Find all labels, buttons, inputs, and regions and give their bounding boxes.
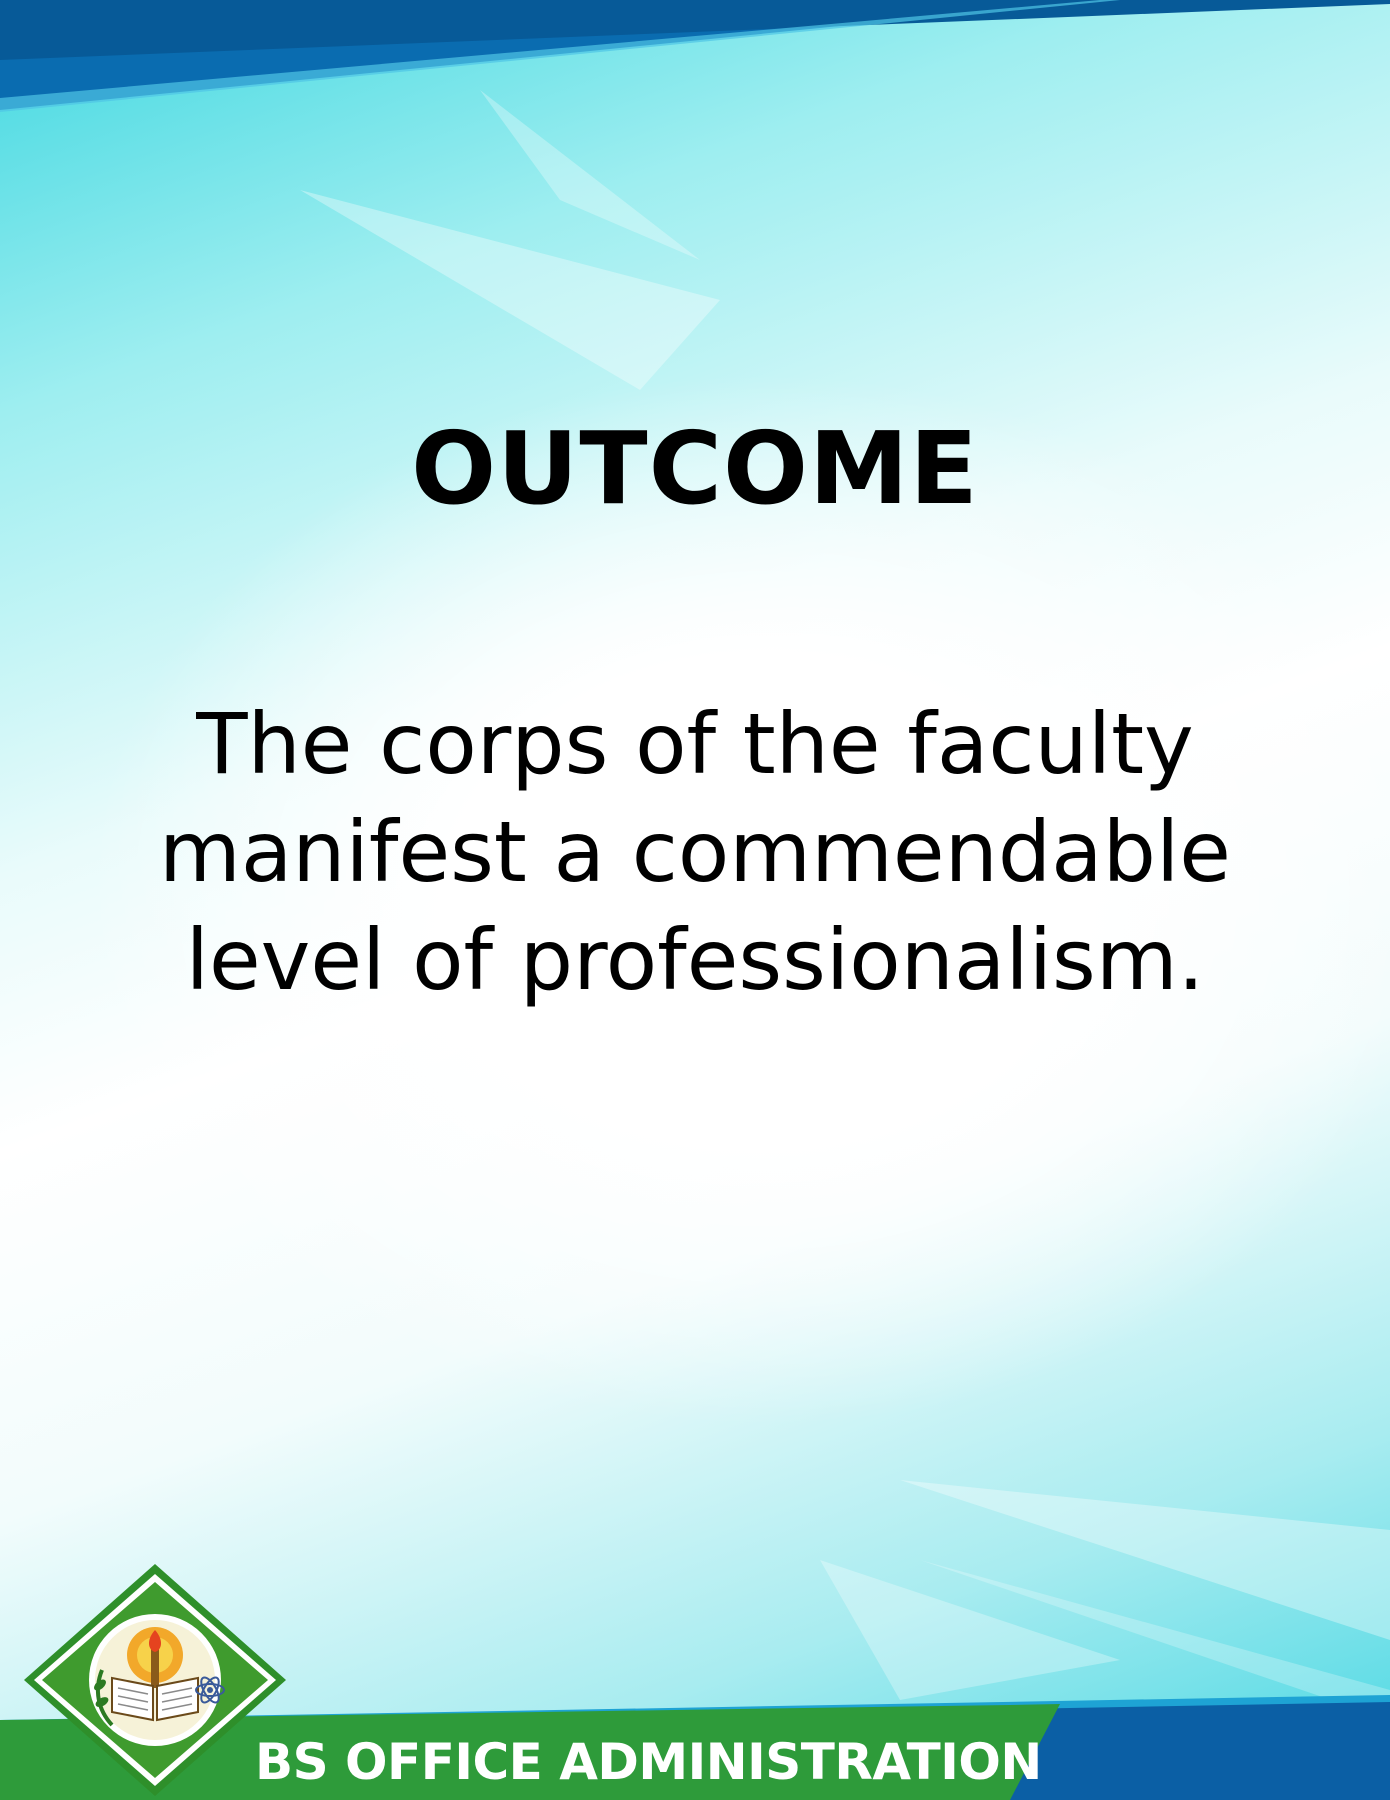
slide-page: OUTCOME The corps of the faculty manifes… — [0, 0, 1390, 1800]
cavite-state-university-seal — [24, 1564, 286, 1796]
program-name-label: BS OFFICE ADMINISTRATION — [255, 1733, 1042, 1791]
slide-body-text: The corps of the faculty manifest a comm… — [159, 695, 1231, 1009]
slide-title: OUTCOME — [411, 410, 979, 527]
